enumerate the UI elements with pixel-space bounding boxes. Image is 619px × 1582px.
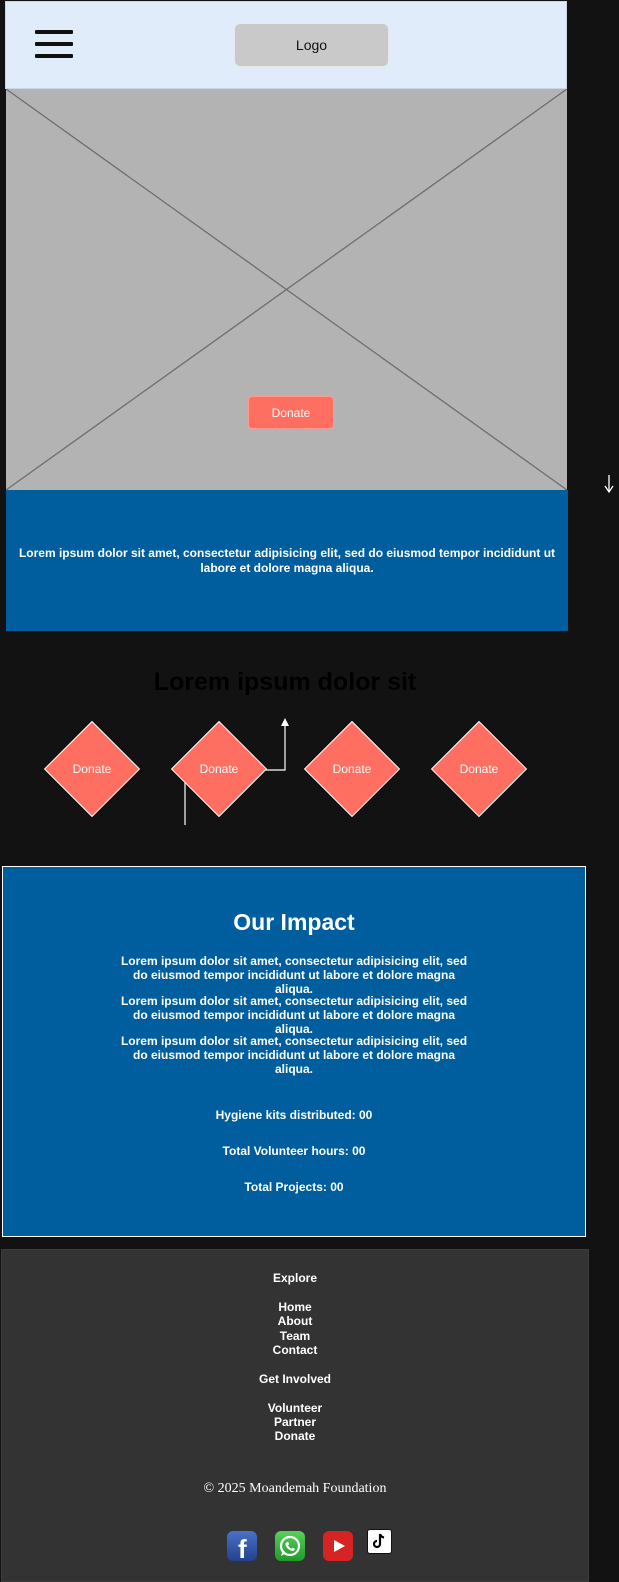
intro-banner: Lorem ipsum dolor sit amet, consectetur … xyxy=(6,490,568,631)
donate-diamond-label: Donate xyxy=(199,762,239,776)
youtube-icon[interactable] xyxy=(323,1531,353,1561)
impact-paragraph: Lorem ipsum dolor sit amet, consectetur … xyxy=(120,994,468,1036)
hero-donate-button[interactable]: Donate xyxy=(248,396,334,429)
footer-heading-get-involved: Get Involved xyxy=(258,1372,332,1386)
hamburger-menu-icon[interactable] xyxy=(35,30,73,58)
impact-title: Our Impact xyxy=(233,909,355,935)
footer-link-home[interactable]: Home xyxy=(2,1300,588,1314)
site-footer: Explore Home About Team Contact Get Invo… xyxy=(1,1249,589,1582)
whatsapp-icon[interactable] xyxy=(275,1531,305,1561)
donate-diamond-label: Donate xyxy=(459,762,499,776)
section-title: Lorem ipsum dolor sit xyxy=(153,668,417,696)
footer-heading-explore: Explore xyxy=(272,1271,317,1285)
impact-paragraph: Lorem ipsum dolor sit amet, consectetur … xyxy=(120,1034,468,1076)
donate-diamond-button-3[interactable]: Donate xyxy=(303,720,401,818)
stat-volunteer-hours: Total Volunteer hours: 00 xyxy=(222,1144,366,1158)
logo[interactable]: Logo xyxy=(234,23,389,67)
placeholder-cross-icon xyxy=(6,89,567,490)
donate-diamond-label: Donate xyxy=(72,762,112,776)
donate-diamond-button-1[interactable]: Donate xyxy=(43,720,141,818)
footer-link-volunteer[interactable]: Volunteer xyxy=(2,1401,588,1415)
arrow-down-icon xyxy=(604,475,614,494)
stat-hygiene-kits: Hygiene kits distributed: 00 xyxy=(215,1108,373,1122)
donate-diamond-label: Donate xyxy=(332,762,372,776)
footer-link-partner[interactable]: Partner xyxy=(2,1415,588,1429)
footer-link-contact[interactable]: Contact xyxy=(2,1343,588,1357)
facebook-icon[interactable]: f xyxy=(227,1531,257,1561)
tiktok-icon[interactable] xyxy=(367,1529,392,1554)
copyright: © 2025 Moandemah Foundation xyxy=(203,1481,387,1496)
footer-link-team[interactable]: Team xyxy=(2,1329,588,1343)
stat-total-projects: Total Projects: 00 xyxy=(244,1180,344,1194)
donate-diamond-button-4[interactable]: Donate xyxy=(430,720,528,818)
donate-diamond-button-2[interactable]: Donate xyxy=(170,720,268,818)
impact-section: Our Impact Lorem ipsum dolor sit amet, c… xyxy=(2,866,586,1237)
svg-text:f: f xyxy=(238,1534,247,1561)
footer-link-donate[interactable]: Donate xyxy=(2,1429,588,1443)
hero-image-placeholder xyxy=(6,89,567,490)
impact-paragraph: Lorem ipsum dolor sit amet, consectetur … xyxy=(120,954,468,996)
intro-text: Lorem ipsum dolor sit amet, consectetur … xyxy=(18,545,556,575)
footer-link-about[interactable]: About xyxy=(2,1314,588,1328)
